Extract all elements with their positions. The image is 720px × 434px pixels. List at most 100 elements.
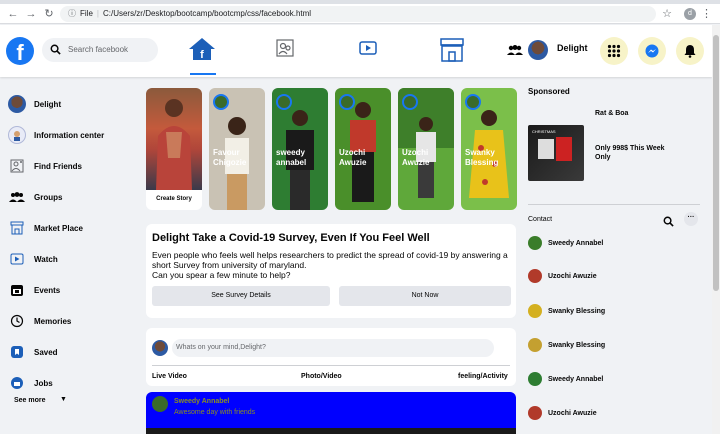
post-author-name[interactable]: Sweedy Annabel xyxy=(174,398,229,405)
notifications-button[interactable] xyxy=(676,37,704,65)
sidebar-item-label: Memories xyxy=(34,316,72,326)
sidebar-item-events[interactable]: Events xyxy=(8,278,138,302)
header-avatar[interactable] xyxy=(528,40,548,60)
people-icon[interactable] xyxy=(507,44,523,56)
nav-home[interactable]: f xyxy=(182,33,222,75)
create-story-card[interactable]: Create Story xyxy=(146,88,202,210)
sidebar-item-label: Information center xyxy=(34,130,105,140)
contact-item[interactable]: Sweedy Annabel xyxy=(528,234,698,252)
story-card[interactable]: Favour Chigozie xyxy=(209,88,265,210)
contact-item[interactable]: Swanky Blessing xyxy=(528,302,698,320)
story-card[interactable]: Uzochi Awuzie xyxy=(335,88,391,210)
sidebar-item-groups[interactable]: Groups xyxy=(8,185,138,209)
survey-title: Delight Take a Covid-19 Survey, Even If … xyxy=(152,232,430,244)
nav-watch[interactable] xyxy=(348,33,388,69)
contact-item[interactable]: Swanky Blessing xyxy=(528,336,698,354)
see-survey-details-button[interactable]: See Survey Details xyxy=(152,286,330,306)
more-options-icon[interactable]: ··· xyxy=(684,212,698,226)
forward-arrow-icon[interactable]: → xyxy=(24,7,38,21)
info-icon xyxy=(8,126,26,144)
scrollbar-thumb[interactable] xyxy=(713,35,719,291)
back-arrow-icon[interactable]: ← xyxy=(6,7,20,21)
story-name: Uzochi Awuzie xyxy=(339,148,367,167)
browser-profile-avatar[interactable]: d xyxy=(684,8,696,20)
story-name: Favour Chigozie xyxy=(213,148,247,167)
reload-icon[interactable]: ↻ xyxy=(42,7,56,21)
story-avatar-ring xyxy=(339,94,355,110)
grid-menu-icon xyxy=(607,44,621,58)
survey-body: Even people who feels well helps researc… xyxy=(152,250,512,280)
bookmark-icon xyxy=(8,343,26,361)
composer-avatar xyxy=(152,340,168,356)
post-media xyxy=(146,428,516,434)
contact-heading: Contact xyxy=(528,216,553,223)
sidebar-item-memories[interactable]: Memories xyxy=(8,309,138,333)
status-input[interactable]: Whats on your mind,Delight? xyxy=(172,339,494,357)
svg-text:f: f xyxy=(200,49,204,61)
story-avatar-ring xyxy=(276,94,292,110)
facebook-header: f Search facebook f Delight xyxy=(0,25,712,77)
search-icon[interactable] xyxy=(663,216,674,227)
messenger-button[interactable] xyxy=(638,37,666,65)
nav-friends[interactable] xyxy=(265,33,305,69)
survey-description: Even people who feels well helps researc… xyxy=(152,250,508,270)
nav-marketplace[interactable] xyxy=(432,33,472,69)
story-name: Swanky Blessing xyxy=(465,148,499,167)
contact-name: Uzochi Awuzie xyxy=(548,409,597,417)
sidebar-item-profile[interactable]: Delight xyxy=(8,92,138,116)
contact-item[interactable]: Sweedy Annabel xyxy=(528,370,698,388)
live-video-button[interactable]: Live Video xyxy=(152,373,187,380)
calendar-icon xyxy=(8,281,26,299)
sidebar-item-information-center[interactable]: Information center xyxy=(8,123,138,147)
sidebar-item-watch[interactable]: Watch xyxy=(8,247,138,271)
sidebar-item-label: Market Place xyxy=(34,223,83,233)
video-icon xyxy=(359,41,377,55)
sidebar-item-label: Events xyxy=(34,285,61,295)
sidebar-item-find-friends[interactable]: Find Friends xyxy=(8,154,138,178)
story-card[interactable]: sweedy annabel xyxy=(272,88,328,210)
sidebar-item-saved[interactable]: Saved xyxy=(8,340,138,364)
watch-icon xyxy=(8,250,26,268)
feeling-activity-button[interactable]: feeling/Activity xyxy=(458,373,508,380)
browser-menu-icon[interactable]: ⋮ xyxy=(701,7,712,20)
friends-nav-icon xyxy=(276,39,294,57)
contact-avatar xyxy=(528,236,542,250)
contact-item[interactable]: Uzochi Awuzie xyxy=(528,267,698,285)
ad-product-shape xyxy=(556,137,572,161)
see-more-link[interactable]: See more xyxy=(14,397,46,404)
post-author-avatar[interactable] xyxy=(152,396,168,412)
sidebar-item-jobs[interactable]: Jobs xyxy=(8,371,138,395)
sidebar-item-label: Watch xyxy=(34,254,58,264)
sidebar-item-market-place[interactable]: Market Place xyxy=(8,216,138,240)
contact-name: Sweedy Annabel xyxy=(548,375,604,383)
post-composer: Whats on your mind,Delight? Live Video P… xyxy=(146,328,516,386)
story-name: sweedy annabel xyxy=(276,148,307,167)
header-user-name[interactable]: Delight xyxy=(557,43,588,53)
story-avatar-ring xyxy=(213,94,229,110)
sidebar-item-label: Jobs xyxy=(34,378,53,388)
contact-item[interactable]: Uzochi Awuzie xyxy=(528,404,698,422)
ad-title[interactable]: Rat & Boa xyxy=(595,110,628,117)
url-text: C:/Users/zr/Desktop/bootcamp/bootcmp/css… xyxy=(102,9,312,18)
contact-avatar xyxy=(528,338,542,352)
story-card[interactable]: Swanky Blessing xyxy=(461,88,517,210)
address-bar[interactable]: ⓘ File | C:/Users/zr/Desktop/bootcamp/bootc… xyxy=(60,6,656,22)
search-input[interactable]: Search facebook xyxy=(42,38,158,62)
sidebar-item-label: Delight xyxy=(34,99,62,109)
story-photo xyxy=(146,88,202,190)
contact-avatar xyxy=(528,372,542,386)
page-scrollbar[interactable] xyxy=(712,25,720,434)
not-now-button[interactable]: Not Now xyxy=(339,286,511,306)
story-avatar-ring xyxy=(465,94,481,110)
facebook-logo[interactable]: f xyxy=(6,37,34,65)
contact-avatar xyxy=(528,304,542,318)
info-icon: ⓘ xyxy=(68,9,76,18)
post-subtitle: Awesome day with friends xyxy=(174,409,256,416)
bookmark-star-icon[interactable]: ☆ xyxy=(662,7,672,20)
search-placeholder: Search facebook xyxy=(68,45,129,54)
menu-button[interactable] xyxy=(600,37,628,65)
chevron-down-icon[interactable]: ▼ xyxy=(60,396,67,403)
story-card[interactable]: Uzochi Awuzie xyxy=(398,88,454,210)
photo-video-button[interactable]: Photo/Video xyxy=(301,373,342,380)
ad-image[interactable]: CHRISTMAS xyxy=(528,125,584,181)
